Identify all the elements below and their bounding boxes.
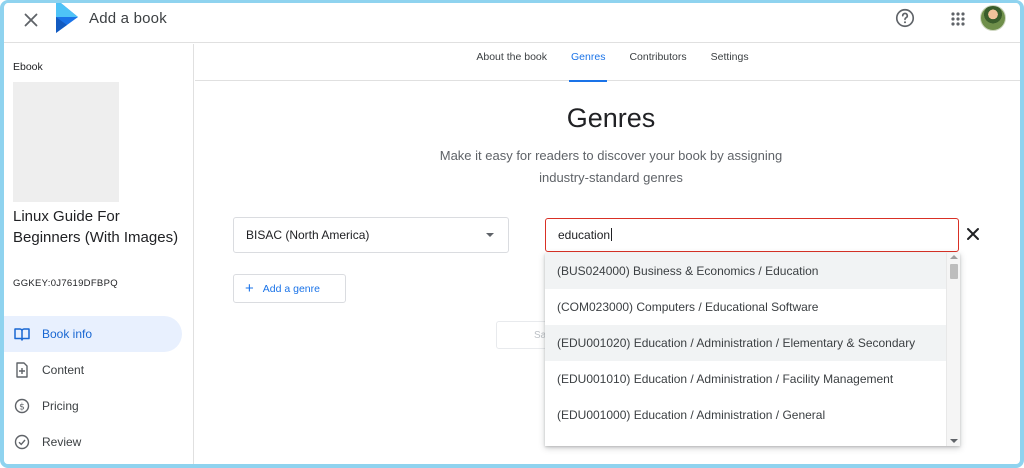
app-title: Add a book — [89, 10, 167, 27]
close-icon[interactable] — [20, 9, 42, 31]
sidebar-item-label: Review — [42, 435, 82, 449]
pricing-icon: $ — [14, 398, 30, 414]
scroll-up-arrow-icon[interactable] — [950, 255, 958, 259]
page-title: Genres — [566, 103, 656, 133]
suggestion-item[interactable]: (EDU001020) Education / Administration /… — [545, 325, 960, 361]
app-window: Add a book Ebook Linux Guide For Beginne… — [0, 0, 1024, 468]
genre-system-value: BISAC (North America) — [246, 228, 370, 242]
scrollbar-thumb[interactable] — [950, 264, 958, 279]
scroll-down-arrow-icon[interactable] — [950, 439, 958, 443]
top-bar: Add a book — [4, 3, 1020, 43]
dropdown-scrollbar[interactable] — [946, 253, 960, 446]
suggestion-item[interactable]: (COM023000) Computers / Educational Soft… — [545, 289, 960, 325]
sidebar-item-label: Book info — [42, 327, 93, 341]
play-books-logo-icon — [52, 3, 80, 35]
sidebar: Ebook Linux Guide For Beginners (With Im… — [4, 44, 194, 464]
page-description: Make it easy for readers to discover you… — [439, 148, 783, 185]
suggestion-item[interactable]: (EDU001000) Education / Administration /… — [545, 397, 960, 433]
clear-icon[interactable] — [965, 226, 981, 242]
add-genre-label: Add a genre — [262, 282, 320, 295]
svg-text:$: $ — [19, 403, 25, 413]
book-format-label: Ebook — [13, 61, 43, 73]
tab-contributors[interactable]: Contributors — [617, 44, 698, 81]
sidebar-item-book-info[interactable]: Book info — [4, 316, 182, 352]
book-info-icon — [14, 326, 30, 342]
sidebar-item-label: Pricing — [42, 399, 79, 413]
book-cover-placeholder — [13, 82, 119, 202]
avatar[interactable] — [980, 5, 1006, 31]
genre-search-input[interactable]: education — [545, 218, 959, 252]
text-cursor — [611, 228, 613, 241]
tab-bar: About the book Genres Contributors Setti… — [195, 44, 1020, 82]
sidebar-item-review[interactable]: Review — [4, 424, 194, 460]
genre-search-value: education — [558, 228, 611, 242]
tab-settings[interactable]: Settings — [699, 44, 761, 81]
sidebar-item-pricing[interactable]: $ Pricing — [4, 388, 194, 424]
tab-genres[interactable]: Genres — [559, 44, 617, 82]
content-icon — [14, 362, 30, 378]
genre-system-select[interactable]: BISAC (North America) — [233, 217, 509, 253]
chevron-down-icon — [486, 233, 494, 237]
suggestion-item[interactable]: (EDU001010) Education / Administration /… — [545, 361, 960, 397]
review-icon — [14, 434, 30, 450]
apps-grid-icon[interactable] — [948, 9, 968, 29]
sidebar-nav: Book info Content $ Pricing Review — [4, 316, 194, 460]
sidebar-item-content[interactable]: Content — [4, 352, 194, 388]
sidebar-item-label: Content — [42, 363, 85, 377]
genre-suggestions-dropdown: (BUS024000) Business & Economics / Educa… — [545, 253, 960, 446]
suggestion-item[interactable]: (BUS024000) Business & Economics / Educa… — [545, 253, 960, 289]
help-icon[interactable] — [894, 7, 916, 29]
book-key: GGKEY:0J7619DFBPQ — [13, 278, 118, 289]
book-title: Linux Guide For Beginners (With Images) — [13, 208, 179, 246]
tab-about-the-book[interactable]: About the book — [464, 44, 559, 81]
add-genre-button[interactable]: + Add a genre — [233, 274, 346, 303]
plus-icon: + — [245, 280, 254, 297]
